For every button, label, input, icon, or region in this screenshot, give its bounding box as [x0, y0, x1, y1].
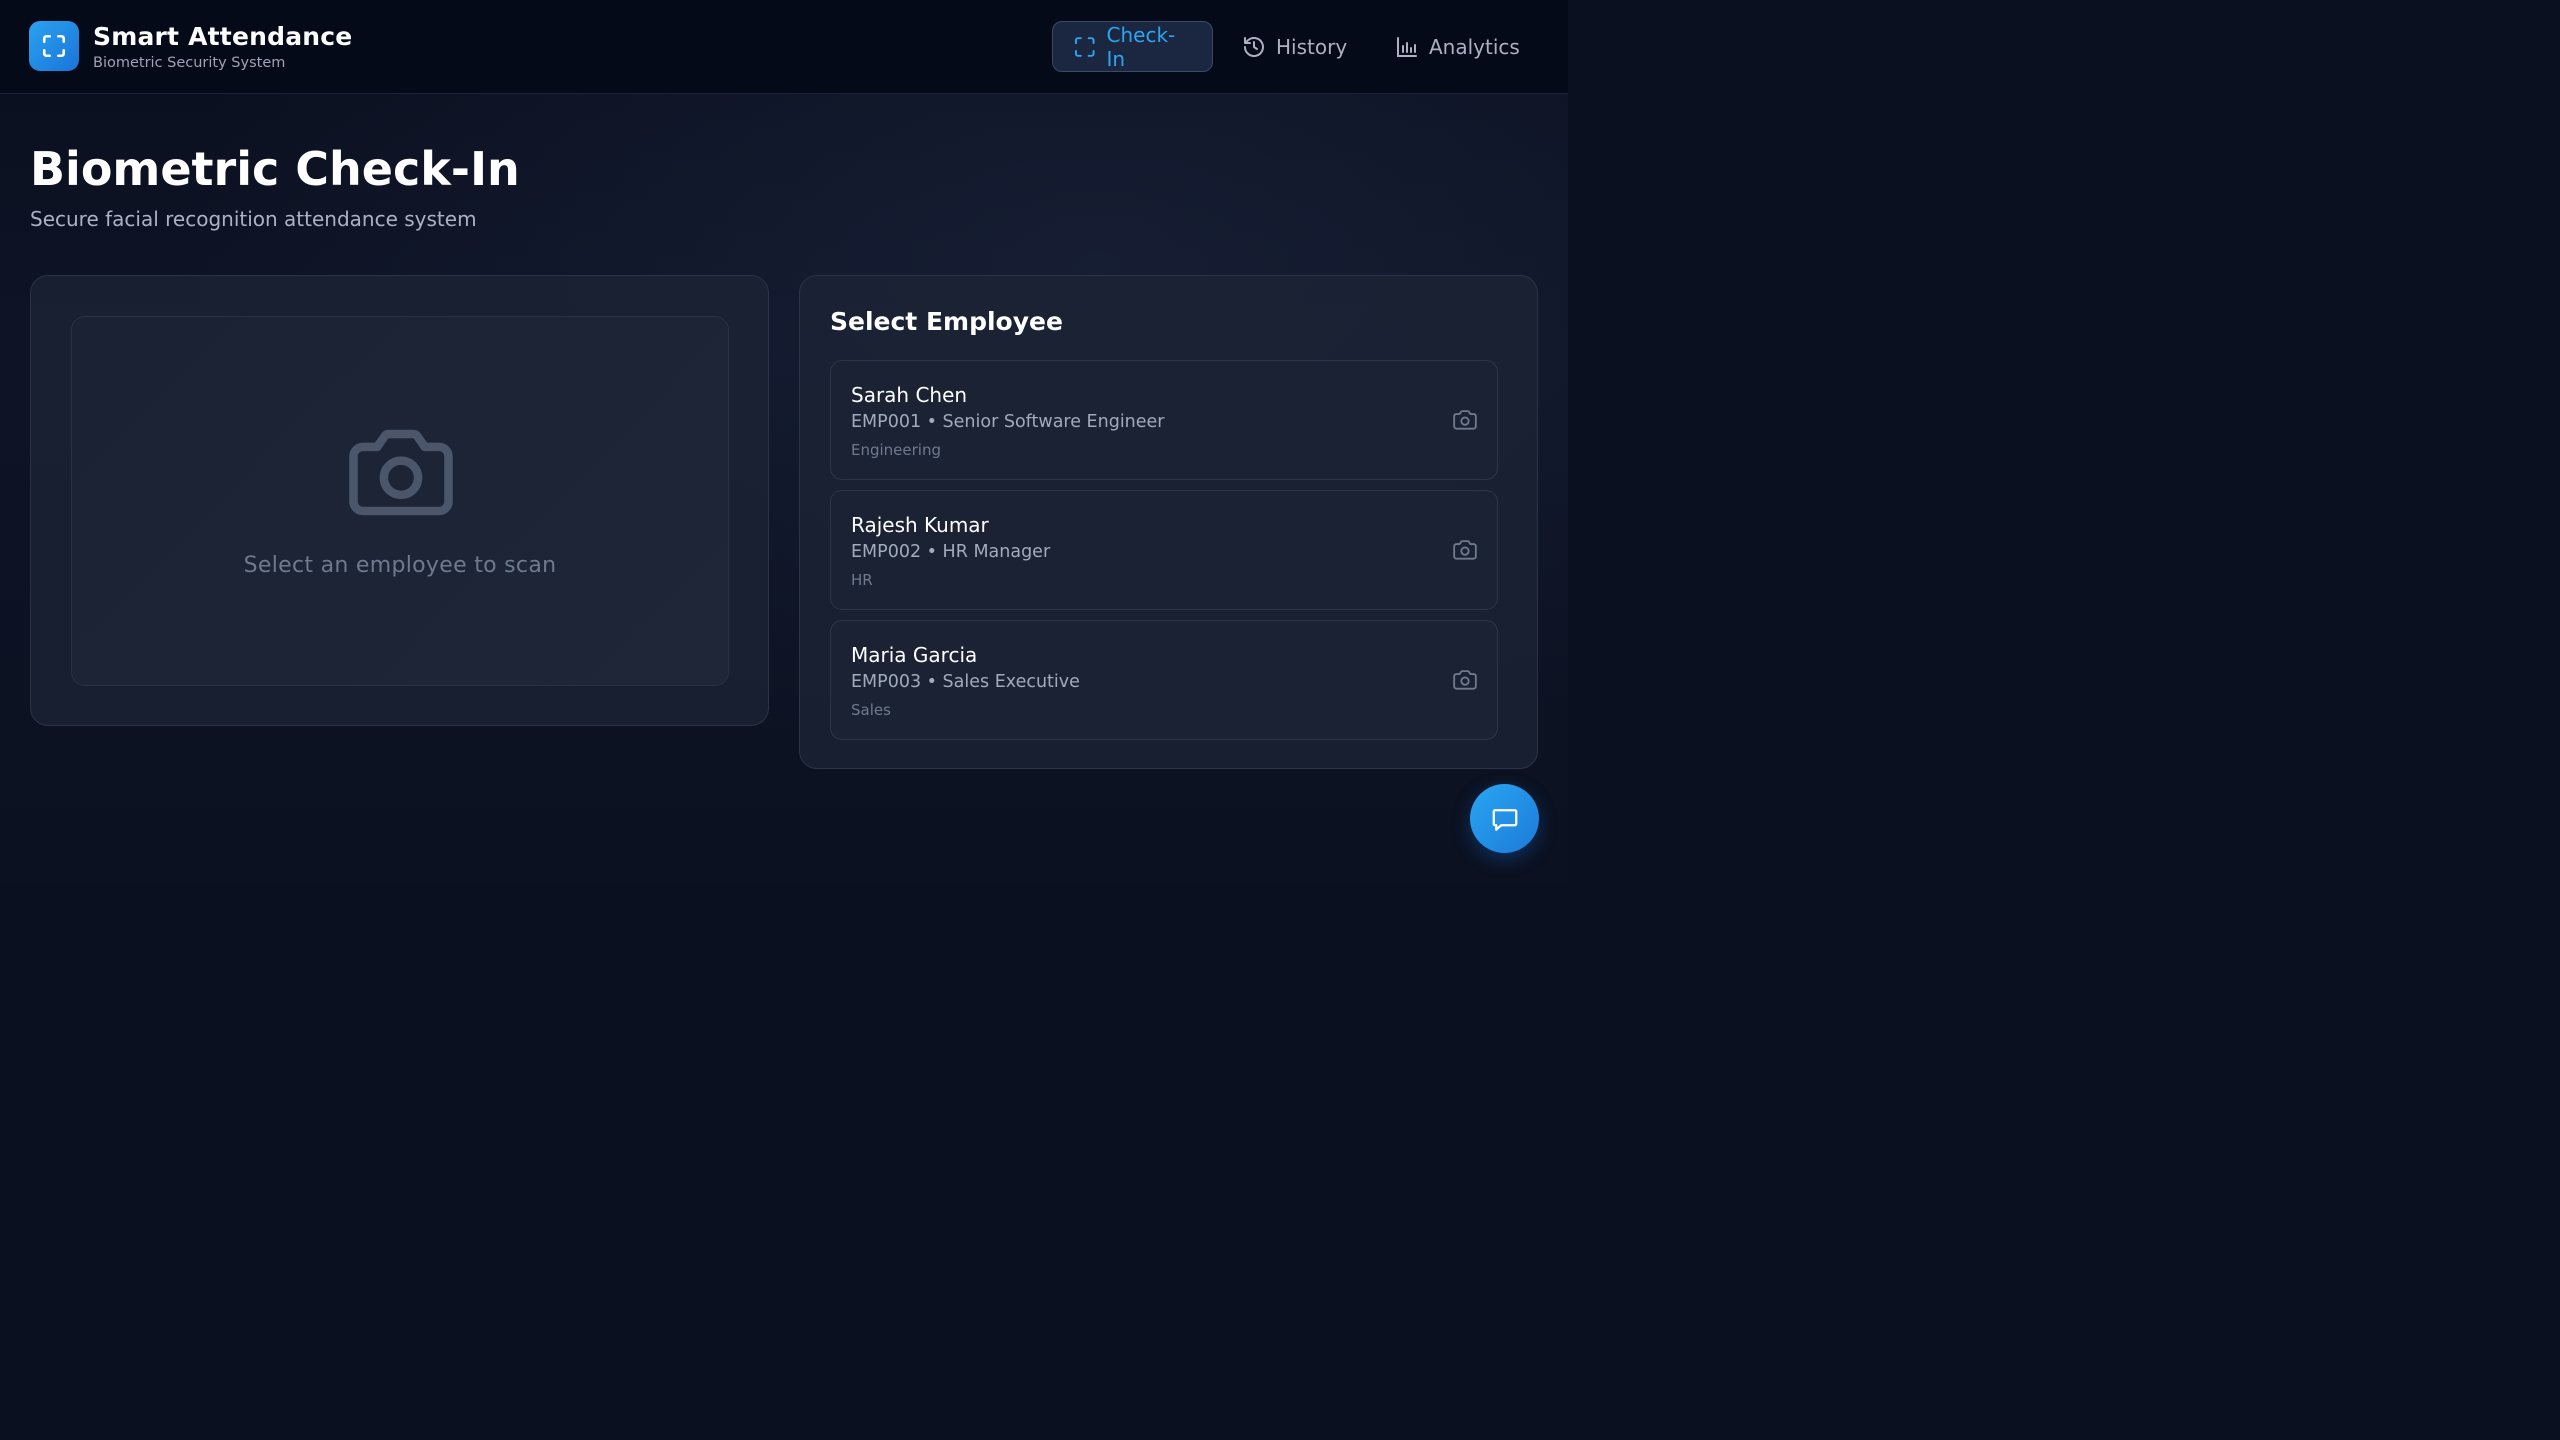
nav-check-in[interactable]: Check-In [1052, 21, 1213, 72]
app-title: Smart Attendance [93, 22, 353, 51]
camera-preview-area: Select an employee to scan [71, 316, 729, 686]
nav-check-in-label: Check-In [1106, 22, 1176, 71]
app-logo [29, 21, 79, 71]
employee-department: HR [851, 571, 873, 589]
employee-item[interactable]: Rajesh Kumar EMP002 • HR Manager HR [830, 490, 1498, 610]
app-subtitle: Biometric Security System [93, 55, 286, 71]
employee-name: Maria Garcia [851, 643, 978, 667]
employee-id-role: EMP001 • Senior Software Engineer [851, 412, 1165, 432]
app-header: Smart Attendance Biometric Security Syst… [0, 0, 1568, 94]
history-clock-icon [1244, 36, 1264, 57]
camera-icon [1453, 540, 1477, 560]
bar-chart-icon [1397, 36, 1417, 57]
page-title: Biometric Check-In [30, 142, 520, 196]
nav-history[interactable]: History [1222, 21, 1367, 72]
nav-analytics-label: Analytics [1429, 34, 1520, 59]
nav-analytics[interactable]: Analytics [1375, 21, 1540, 72]
employee-select-card: Select Employee Sarah Chen EMP001 • Seni… [799, 275, 1538, 769]
employee-id-role: EMP003 • Sales Executive [851, 672, 1080, 692]
employee-name: Sarah Chen [851, 383, 968, 407]
scan-frame-icon [42, 34, 66, 58]
camera-icon [349, 429, 453, 516]
employee-name: Rajesh Kumar [851, 513, 989, 537]
employee-department: Sales [851, 701, 891, 719]
scan-placeholder-text: Select an employee to scan [243, 553, 557, 578]
chat-bubble-icon [1492, 808, 1517, 831]
employee-select-heading: Select Employee [830, 307, 1063, 336]
employee-item[interactable]: Maria Garcia EMP003 • Sales Executive Sa… [830, 620, 1498, 740]
camera-icon [1453, 410, 1477, 430]
nav-history-label: History [1276, 34, 1348, 59]
employee-item[interactable]: Sarah Chen EMP001 • Senior Software Engi… [830, 360, 1498, 480]
page-subtitle: Secure facial recognition attendance sys… [30, 207, 477, 231]
scanner-card: Select an employee to scan [30, 275, 769, 726]
scan-frame-icon [1074, 36, 1095, 57]
employee-department: Engineering [851, 441, 941, 459]
employee-id-role: EMP002 • HR Manager [851, 542, 1051, 562]
chat-button[interactable] [1470, 784, 1539, 853]
camera-icon [1453, 670, 1477, 690]
